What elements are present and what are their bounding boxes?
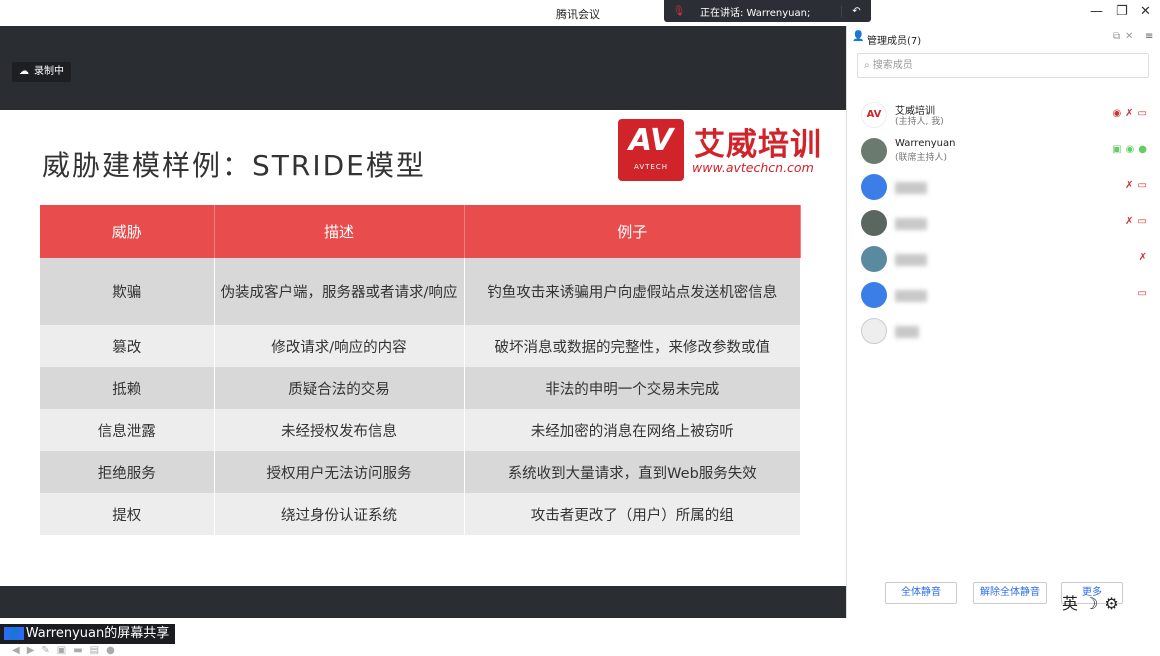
panel-header: 👤 管理成员(7) ⧉ ✕ ≡ <box>847 26 1160 50</box>
title-bar: 腾讯会议 🎙 正在讲话: Warrenyuan; ↶ — ❐ ✕ <box>0 0 1160 26</box>
blurred-name <box>895 218 927 230</box>
member-row[interactable] <box>861 316 1151 348</box>
table-cell: 系统收到大量请求，直到Web服务失效 <box>464 451 801 493</box>
member-row[interactable]: Warrenyuan (联席主持人) ▣◉● <box>861 136 1151 168</box>
recording-label: 录制中 <box>34 66 64 77</box>
member-role: (主持人, 我) <box>895 117 944 127</box>
member-row[interactable]: ✗▭ <box>861 172 1151 204</box>
close-panel-icon[interactable]: ✕ <box>1125 31 1133 42</box>
user-icon: 👤 <box>4 627 24 640</box>
table-cell: 未经授权发布信息 <box>214 409 465 451</box>
slide-title: 威胁建模样例：STRIDE模型 <box>42 149 426 182</box>
members-icon: 👤 <box>852 31 865 42</box>
settings-icon[interactable]: ⚙ <box>1104 594 1124 613</box>
member-row[interactable]: ✗▭ <box>861 208 1151 240</box>
speaking-text: 正在讲话: Warrenyuan; <box>700 7 811 19</box>
table-row: 篡改 修改请求/响应的内容 破坏消息或数据的完整性，来修改参数或值 <box>40 325 801 367</box>
member-status-icons[interactable]: ✗▭ <box>1125 180 1151 191</box>
table-cell: 授权用户无法访问服务 <box>214 451 465 493</box>
table-cell: 伪装成客户端，服务器或者请求/响应 <box>214 258 465 325</box>
column-header: 描述 <box>214 205 465 258</box>
member-row[interactable]: ✗ <box>861 244 1151 276</box>
avatar <box>861 282 887 308</box>
blurred-name <box>895 182 927 194</box>
table-row: 欺骗 伪装成客户端，服务器或者请求/响应 钓鱼攻击来诱骗用户向虚假站点发送机密信… <box>40 258 801 325</box>
menu-icon[interactable]: ≡ <box>1145 31 1153 42</box>
ime-language[interactable]: 英 <box>1062 594 1084 613</box>
logo-url: www.avtechcn.com <box>692 160 814 175</box>
restore-button[interactable]: ❐ <box>1116 4 1128 19</box>
ime-toolbar[interactable]: 英☽⚙ <box>1062 590 1125 614</box>
table-header-row: 威胁 描述 例子 <box>40 205 801 258</box>
table-cell: 欺骗 <box>40 258 215 325</box>
member-row[interactable]: AV 艾威培训 (主持人, 我) ◉✗▭ <box>861 100 1151 132</box>
mic-muted-icon: 🎙 <box>672 5 686 17</box>
member-row[interactable]: ▭ <box>861 280 1151 312</box>
table-row: 提权 绕过身份认证系统 攻击者更改了（用户）所属的组 <box>40 493 801 535</box>
mute-all-button[interactable]: 全体静音 <box>885 582 957 604</box>
member-search-input[interactable]: ⌕ 搜索成员 <box>857 53 1149 78</box>
table-cell: 钓鱼攻击来诱骗用户向虚假站点发送机密信息 <box>464 258 801 325</box>
panel-title: 管理成员(7) <box>867 36 922 47</box>
table-cell: 破坏消息或数据的完整性，来修改参数或值 <box>464 325 801 367</box>
search-icon: ⌕ <box>864 60 870 71</box>
table-row: 拒绝服务 授权用户无法访问服务 系统收到大量请求，直到Web服务失效 <box>40 451 801 493</box>
member-status-icons[interactable]: ▣◉● <box>1112 144 1151 155</box>
avatar: AV <box>861 102 887 128</box>
member-name: Warrenyuan <box>895 138 956 149</box>
member-status-icons[interactable]: ✗ <box>1139 252 1151 263</box>
avatar <box>861 318 887 344</box>
table-cell: 信息泄露 <box>40 409 215 451</box>
app-title: 腾讯会议 <box>556 8 600 21</box>
collapse-icon[interactable]: ↶ <box>841 5 871 17</box>
logo-name: 艾威培训 <box>694 127 822 163</box>
table-row: 抵赖 质疑合法的交易 非法的申明一个交易未完成 <box>40 367 801 409</box>
table-cell: 非法的申明一个交易未完成 <box>464 367 801 409</box>
cloud-icon: ☁ <box>19 66 29 77</box>
table-row: 信息泄露 未经授权发布信息 未经加密的消息在网络上被窃听 <box>40 409 801 451</box>
avatar <box>861 174 887 200</box>
table-cell: 绕过身份认证系统 <box>214 493 465 535</box>
logo-mark: AV AVTECH <box>618 119 684 181</box>
screen-share-stage: ☁ 录制中 威胁建模样例：STRIDE模型 AV AVTECH 艾威培训 www.… <box>0 26 846 656</box>
stride-table: 威胁 描述 例子 欺骗 伪装成客户端，服务器或者请求/响应 钓鱼攻击来诱骗用户向… <box>40 205 801 535</box>
avatar <box>861 138 887 164</box>
speaking-indicator: 🎙 正在讲话: Warrenyuan; ↶ <box>664 0 871 22</box>
blurred-name <box>895 254 927 266</box>
close-button[interactable]: ✕ <box>1140 4 1151 19</box>
avatar <box>861 210 887 236</box>
share-text: Warrenyuan的屏幕共享 <box>25 626 170 641</box>
column-header: 威胁 <box>40 205 215 258</box>
popout-icon[interactable]: ⧉ <box>1113 31 1120 42</box>
table-cell: 质疑合法的交易 <box>214 367 465 409</box>
avatar <box>861 246 887 272</box>
blurred-name <box>895 326 919 338</box>
unmute-all-button[interactable]: 解除全体静音 <box>973 582 1047 604</box>
table-cell: 提权 <box>40 493 215 535</box>
table-cell: 修改请求/响应的内容 <box>214 325 465 367</box>
table-cell: 攻击者更改了（用户）所属的组 <box>464 493 801 535</box>
member-status-icons[interactable]: ✗▭ <box>1125 216 1151 227</box>
table-cell: 抵赖 <box>40 367 215 409</box>
minimize-button[interactable]: — <box>1090 4 1103 19</box>
brand-logo: AV AVTECH 艾威培训 www.avtechcn.com <box>618 119 828 183</box>
member-role: (联席主持人) <box>895 153 948 163</box>
slide: 威胁建模样例：STRIDE模型 AV AVTECH 艾威培训 www.avtec… <box>0 110 846 656</box>
member-status-icons[interactable]: ▭ <box>1138 288 1151 299</box>
members-panel: 👤 管理成员(7) ⧉ ✕ ≡ ⌕ 搜索成员 AV 艾威培训 (主持人, 我) … <box>846 26 1160 618</box>
table-cell: 未经加密的消息在网络上被窃听 <box>464 409 801 451</box>
screen-share-label: 👤 Warrenyuan的屏幕共享 <box>0 624 176 644</box>
table-cell: 篡改 <box>40 325 215 367</box>
slideshow-controls[interactable]: ◀▶✎▣▬▤● <box>12 645 122 656</box>
recording-badge: ☁ 录制中 <box>12 62 71 82</box>
blurred-name <box>895 290 927 302</box>
member-status-icons[interactable]: ◉✗▭ <box>1112 108 1151 119</box>
column-header: 例子 <box>464 205 801 258</box>
table-cell: 拒绝服务 <box>40 451 215 493</box>
moon-icon[interactable]: ☽ <box>1084 594 1104 613</box>
